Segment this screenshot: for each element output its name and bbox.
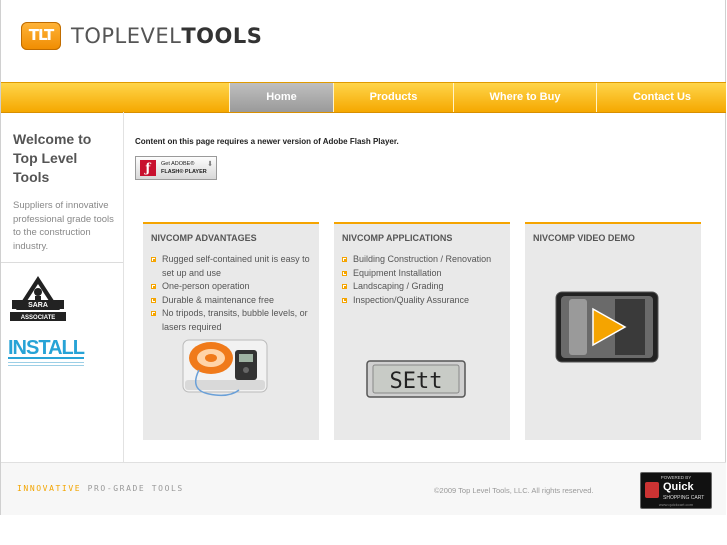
logo-word-bold: TOOLS <box>181 24 263 48</box>
nav-where-to-buy[interactable]: Where to Buy <box>453 83 596 112</box>
badge-url: www.quickcart.com <box>658 502 694 507</box>
list-item: One-person operation <box>151 280 316 294</box>
welcome-heading: Welcome to Top Level Tools <box>13 131 92 185</box>
logo-mark[interactable]: TLT <box>21 22 61 50</box>
slogan-part2: PRO-GRADE TOOLS <box>87 484 184 493</box>
list-item: Inspection/Quality Assurance <box>342 294 507 308</box>
svg-text:SARA: SARA <box>28 302 48 309</box>
gauge-display-image[interactable]: SEtt <box>366 360 466 398</box>
footer-slogan: INNOVATIVE PRO-GRADE TOOLS <box>17 484 184 493</box>
svg-text:ASSOCIATE: ASSOCIATE <box>21 315 56 321</box>
video-demo-thumbnail[interactable] <box>555 291 659 363</box>
page: TLT TOPLEVELTOOLS Home Products Where to… <box>0 0 727 545</box>
panel-video-demo: NIVCOMP VIDEO DEMO <box>525 222 701 440</box>
applications-list: Building Construction / Renovation Equip… <box>342 253 507 307</box>
nav-home[interactable]: Home <box>229 83 333 112</box>
footer: INNOVATIVE PRO-GRADE TOOLS ©2009 Top Lev… <box>1 462 726 515</box>
list-item: Landscaping / Grading <box>342 280 507 294</box>
panel-advantages: NIVCOMP ADVANTAGES Rugged self-contained… <box>143 222 319 440</box>
slogan-part1: INNOVATIVE <box>17 484 82 493</box>
sidebar: Welcome to Top Level Tools Suppliers of … <box>1 112 124 462</box>
tagline: Suppliers of innovative professional gra… <box>13 200 114 252</box>
panel-title: NIVCOMP ADVANTAGES <box>151 233 257 243</box>
badge-powered-by: POWERED BY <box>660 475 692 480</box>
gauge-readout: SEtt <box>390 369 443 394</box>
svg-text:INSTALL: INSTALL <box>8 337 85 359</box>
list-item: Rugged self-contained unit is easy to se… <box>151 253 316 280</box>
install-logo[interactable]: INSTALL <box>8 334 88 368</box>
badge-shopping-cart: SHOPPING CART <box>663 495 705 501</box>
nav-contact-us[interactable]: Contact Us <box>596 83 727 112</box>
flash-button-line2: FLASH® PLAYER <box>161 169 207 175</box>
nav-products[interactable]: Products <box>333 83 453 112</box>
flash-icon: ƒ <box>140 160 156 176</box>
logo-mark-text: TLT <box>28 26 55 44</box>
sidebar-divider <box>1 262 123 263</box>
nivcomp-product-image[interactable] <box>179 320 271 400</box>
get-flash-player-button[interactable]: ƒ Get ADOBE® FLASH® PLAYER ⬇ <box>135 156 217 180</box>
quick-shopping-cart-badge[interactable]: POWERED BY Quick SHOPPING CART www.quick… <box>640 472 712 509</box>
sara-associate-logo[interactable]: SARA ASSOCIATE <box>8 274 68 324</box>
download-arrow-icon: ⬇ <box>207 161 213 168</box>
main-nav: Home Products Where to Buy Contact Us <box>1 82 726 113</box>
flash-required-message: Content on this page requires a newer ve… <box>135 137 399 146</box>
list-item: Equipment Installation <box>342 267 507 281</box>
badge-quick: Quick <box>663 481 694 493</box>
list-item: Building Construction / Renovation <box>342 253 507 267</box>
logo-wordmark[interactable]: TOPLEVELTOOLS <box>71 24 262 48</box>
copyright-text: ©2009 Top Level Tools, LLC. All rights r… <box>434 486 594 495</box>
panel-title: NIVCOMP VIDEO DEMO <box>533 233 635 243</box>
flash-button-line1: Get ADOBE® <box>161 161 195 167</box>
logo-word-light: TOPLEVEL <box>71 24 182 48</box>
cart-mascot-icon <box>645 482 659 498</box>
panel-title: NIVCOMP APPLICATIONS <box>342 233 453 243</box>
list-item: Durable & maintenance free <box>151 294 316 308</box>
panel-applications: NIVCOMP APPLICATIONS Building Constructi… <box>334 222 510 440</box>
